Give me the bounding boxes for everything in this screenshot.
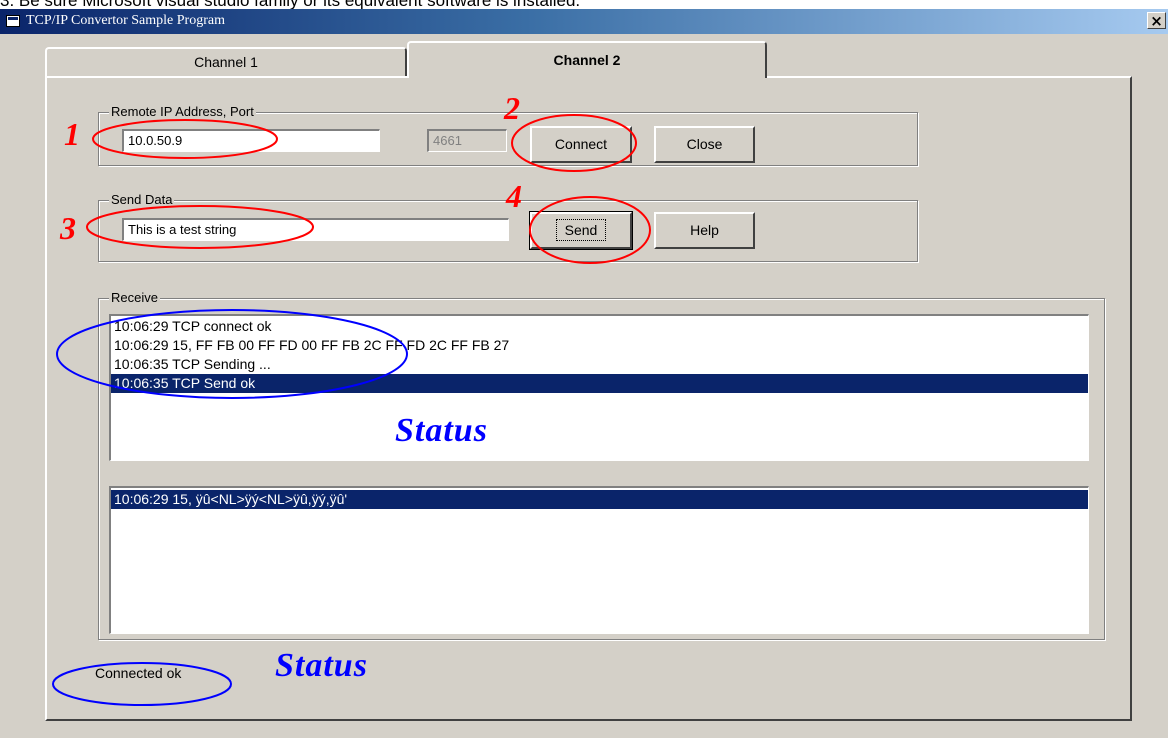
data-log-list[interactable]: 10:06:29 15, ÿû<NL>ÿý<NL>ÿû,ÿý,ÿû' [109,486,1089,634]
data-log-row-selected[interactable]: 10:06:29 15, ÿû<NL>ÿý<NL>ÿû,ÿý,ÿû' [111,490,1088,509]
receive-group-label: Receive [109,290,160,305]
port-input[interactable]: 4661 [427,129,507,152]
status-log-list[interactable]: 10:06:29 TCP connect ok 10:06:29 15, FF … [109,314,1089,461]
status-log-row[interactable]: 10:06:35 TCP Sending ... [111,355,1088,374]
status-log-row-selected[interactable]: 10:06:35 TCP Send ok [111,374,1088,393]
ip-address-input[interactable]: 10.0.50.9 [122,129,380,152]
close-button[interactable]: Close [654,126,755,163]
window-title: TCP/IP Convertor Sample Program [26,13,225,28]
connect-button[interactable]: Connect [530,126,632,163]
send-data-input[interactable]: This is a test string [122,218,509,241]
tab-channel-2[interactable]: Channel 2 [407,41,767,78]
title-bar: TCP/IP Convertor Sample Program × [0,9,1168,34]
status-log-row[interactable]: 10:06:29 TCP connect ok [111,317,1088,336]
send-data-group-label: Send Data [109,192,175,207]
close-window-button[interactable]: × [1147,12,1166,29]
remote-ip-group-label: Remote IP Address, Port [109,104,256,119]
help-button[interactable]: Help [654,212,755,249]
send-button[interactable]: Send [529,211,633,250]
app-icon [6,15,20,27]
document-caption: 3. Be sure Microsoft visual studio famil… [0,0,1168,9]
channel-panel: Remote IP Address, Port 10.0.50.9 4661 C… [45,76,1132,721]
tab-channel-1[interactable]: Channel 1 [45,47,407,77]
status-log-row[interactable]: 10:06:29 15, FF FB 00 FF FD 00 FF FB 2C … [111,336,1088,355]
send-button-label: Send [555,219,607,241]
